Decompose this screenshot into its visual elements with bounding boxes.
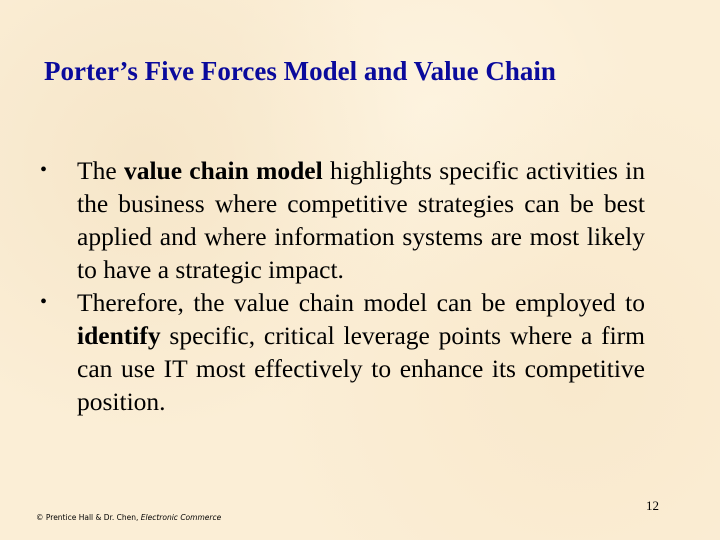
page-number: 12 (646, 498, 659, 513)
bullet-emphasis: identify (77, 321, 161, 350)
bullet-icon: • (40, 159, 48, 181)
bullet-emphasis: value chain model (123, 156, 323, 185)
bullet-text: specific, critical leverage points where… (77, 321, 645, 416)
slide-title: Porter’s Five Forces Model and Value Cha… (44, 56, 556, 86)
footer-copyright: © Prentice Hall & Dr. Chen, (36, 513, 141, 522)
bullet-text: The (77, 156, 124, 185)
footer-credit: © Prentice Hall & Dr. Chen, Electronic C… (36, 513, 221, 522)
bullet-item: • Therefore, the value chain model can b… (40, 286, 645, 418)
bullet-icon: • (40, 291, 48, 313)
footer-book-title: Electronic Commerce (140, 513, 222, 522)
bullet-list: • The value chain model highlights speci… (40, 154, 645, 418)
bullet-text: Therefore, the value chain model can be … (77, 288, 645, 317)
bullet-item: • The value chain model highlights speci… (40, 154, 645, 286)
